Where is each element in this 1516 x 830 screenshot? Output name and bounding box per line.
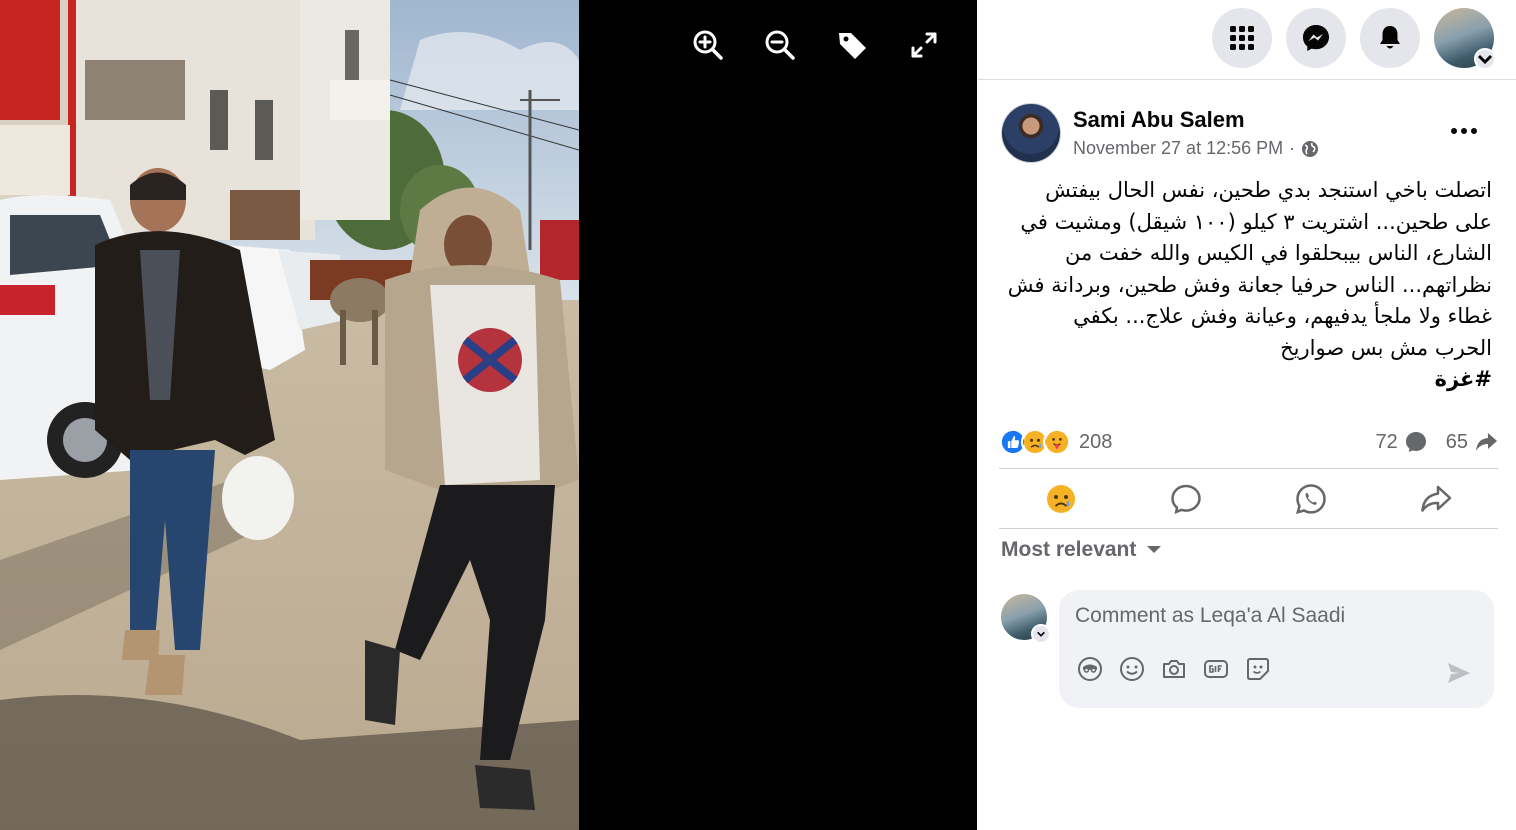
meta-separator: ·: [1289, 138, 1296, 158]
comment-box: [1059, 590, 1494, 708]
camera-icon[interactable]: [1161, 656, 1187, 682]
shares-count[interactable]: 65: [1446, 430, 1498, 454]
street-photo: [0, 0, 579, 830]
profile-avatar-button[interactable]: [1434, 8, 1496, 70]
more-dots-icon: [1451, 128, 1477, 134]
emoji-icon[interactable]: [1119, 656, 1145, 682]
divider: [999, 528, 1498, 529]
post-text-line: غطاء ولا ملجأ يدفيهم، وعيانة وفش علاج...…: [1073, 304, 1492, 328]
post-text-line: نظراتهم... الناس حرفيا جعانة وفش طحين، و…: [1007, 272, 1492, 297]
post-text-line: اتصلت باخي استنجد بدي طحين، نفس الحال بي…: [1045, 178, 1492, 202]
avatar-sticker-icon[interactable]: [1077, 656, 1103, 682]
menu-button[interactable]: [1212, 8, 1272, 68]
comment-bubble-icon: [1171, 484, 1201, 515]
current-user-avatar[interactable]: [1001, 594, 1051, 644]
messenger-icon: [1303, 25, 1329, 51]
post-panel: Sami Abu Salem November 27 at 12:56 PM ·…: [977, 0, 1516, 830]
fullscreen-button[interactable]: [906, 26, 942, 64]
globe-icon[interactable]: [1301, 140, 1319, 158]
chevron-down-icon: [1474, 48, 1496, 70]
facebook-photo-viewer: Sami Abu Salem November 27 at 12:56 PM ·…: [0, 0, 1516, 830]
post-text-line: الشارع، الناس بيبحلقوا في الكيس والله خف…: [1064, 241, 1492, 265]
top-bar: [977, 0, 1516, 80]
share-count-icon: [1476, 433, 1497, 451]
fullscreen-icon: [911, 32, 937, 58]
post-text: اتصلت باخي استنجد بدي طحين، نفس الحال بي…: [1001, 175, 1492, 396]
comment-tools: [1077, 656, 1271, 682]
post-options-button[interactable]: [1444, 115, 1484, 147]
zoom-in-icon: [693, 30, 723, 60]
sad-emoji-icon: [1047, 485, 1076, 513]
top-bar-buttons: [1212, 8, 1496, 70]
whatsapp-share-button[interactable]: [1249, 470, 1374, 528]
reaction-count: 208: [1079, 430, 1113, 453]
comments-count-value: 72: [1375, 430, 1398, 453]
divider: [999, 468, 1498, 469]
post-meta: November 27 at 12:56 PM ·: [1073, 138, 1319, 159]
tag-button[interactable]: [834, 26, 870, 64]
author-name[interactable]: Sami Abu Salem: [1073, 107, 1245, 133]
photo-viewer: [0, 0, 977, 830]
zoom-out-button[interactable]: [762, 26, 798, 64]
share-arrow-icon: [1420, 485, 1451, 512]
author-avatar[interactable]: [1001, 103, 1061, 163]
comments-count[interactable]: 72: [1376, 430, 1428, 454]
comment-button[interactable]: [1124, 470, 1249, 528]
post-photo[interactable]: [0, 0, 579, 830]
hashtag-link[interactable]: #غزة: [1001, 364, 1492, 396]
post-actions: [999, 470, 1498, 528]
care-icon: [1043, 428, 1071, 456]
zoom-in-button[interactable]: [690, 26, 726, 64]
post-text-line: على طحين... اشتريت ٣ كيلو (١٠٠ شيقل) ومش…: [1020, 209, 1492, 234]
react-sad-button[interactable]: [999, 470, 1124, 528]
notifications-icon: [1380, 26, 1400, 49]
comment-sort-dropdown[interactable]: Most relevant: [1001, 538, 1162, 562]
sticker-icon[interactable]: [1245, 656, 1271, 682]
zoom-out-icon: [765, 30, 795, 60]
menu-grid-icon: [1230, 26, 1254, 50]
comment-sort-label: Most relevant: [1001, 538, 1137, 561]
whatsapp-icon: [1295, 484, 1326, 514]
engagement-counts: 72 65: [1376, 430, 1499, 454]
tag-icon: [839, 33, 866, 59]
gif-icon[interactable]: [1203, 656, 1229, 682]
notifications-button[interactable]: [1360, 8, 1420, 68]
reactions-summary[interactable]: 208: [999, 428, 1112, 456]
shares-count-value: 65: [1445, 430, 1468, 453]
post-text-line: الحرب مش بس صواريخ: [1280, 335, 1492, 360]
comment-input[interactable]: [1075, 604, 1475, 628]
comment-composer: [999, 590, 1494, 710]
send-icon[interactable]: [1446, 660, 1472, 686]
caret-down-icon: [1147, 546, 1162, 553]
post-header: Sami Abu Salem November 27 at 12:56 PM ·: [1001, 103, 1492, 165]
messenger-button[interactable]: [1286, 8, 1346, 68]
post-timestamp[interactable]: November 27 at 12:56 PM: [1073, 138, 1283, 159]
post-stats: 208 72 65: [999, 426, 1498, 462]
comment-count-icon: [1405, 432, 1426, 452]
share-button[interactable]: [1373, 470, 1498, 528]
viewer-toolbar: [690, 26, 942, 64]
chevron-down-icon: [1031, 624, 1051, 644]
